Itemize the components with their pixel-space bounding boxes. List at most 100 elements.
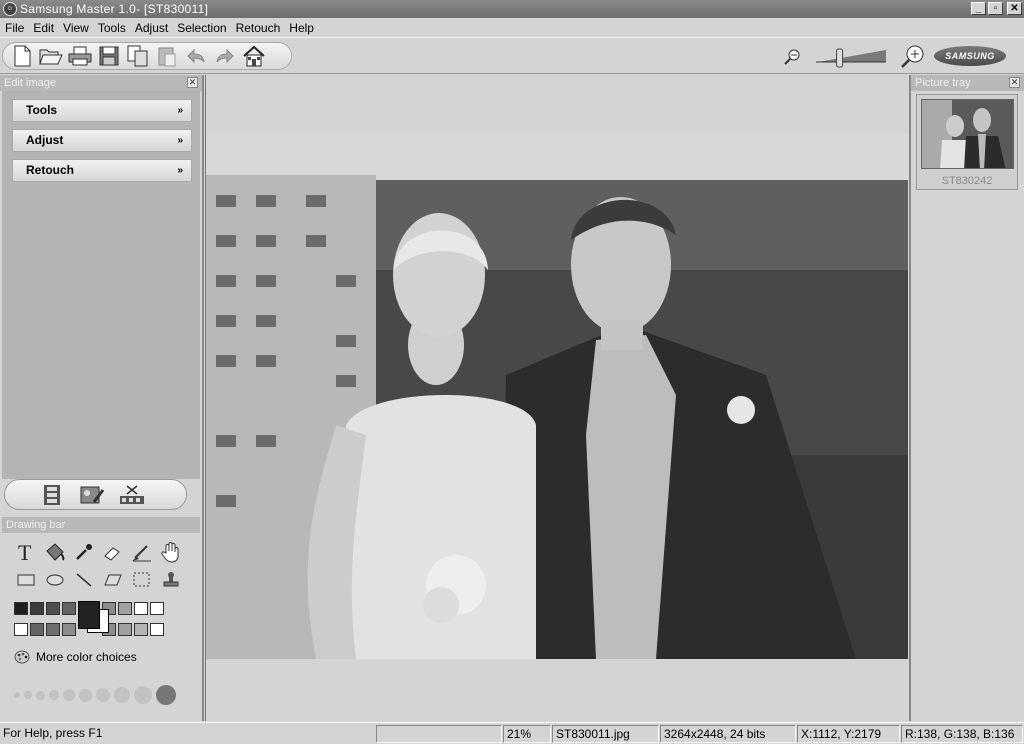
hand-tool[interactable] <box>159 541 182 563</box>
status-coordinates: X:1112, Y:2179 <box>797 725 900 743</box>
undo-button[interactable] <box>181 44 210 68</box>
brush-size-option[interactable] <box>14 692 20 698</box>
brush-size-option[interactable] <box>156 685 176 705</box>
eyedropper-tool[interactable] <box>72 541 95 563</box>
fill-bucket-icon <box>45 543 64 561</box>
print-button[interactable] <box>65 44 94 68</box>
drawing-tools-row-1: T <box>14 541 182 563</box>
brush-size-option[interactable] <box>79 688 92 702</box>
selection-tool[interactable] <box>130 569 153 591</box>
film-strip-button[interactable] <box>39 483 65 507</box>
svg-text:T: T <box>18 542 32 562</box>
zoom-in-button[interactable] <box>900 44 926 71</box>
parallelogram-tool[interactable] <box>101 569 124 591</box>
maximize-button[interactable]: ▫ <box>988 2 1003 15</box>
picture-tray-close-button[interactable]: ✕ <box>1009 77 1020 88</box>
new-file-button[interactable] <box>7 44 36 68</box>
color-swatch[interactable] <box>46 602 60 615</box>
brush-size-picker <box>14 685 176 705</box>
rectangle-tool[interactable] <box>14 569 37 591</box>
close-button[interactable]: ✕ <box>1007 2 1022 15</box>
color-swatch[interactable] <box>46 623 60 636</box>
brush-icon <box>131 545 151 562</box>
stamp-tool[interactable] <box>159 569 182 591</box>
ellipse-tool[interactable] <box>43 569 66 591</box>
retouch-section-label: Retouch <box>26 163 74 177</box>
title-bar: ☺ Samsung Master 1.0- [ST830011] _ ▫ ✕ <box>0 0 1024 18</box>
brush-size-option[interactable] <box>114 687 130 703</box>
color-swatch[interactable] <box>150 623 164 636</box>
color-swatch[interactable] <box>134 602 148 615</box>
brush-size-option[interactable] <box>96 688 110 702</box>
brush-size-option[interactable] <box>24 691 32 699</box>
menu-help[interactable]: Help <box>286 21 317 35</box>
foreground-color[interactable] <box>78 601 100 629</box>
samsung-logo: SAMSUNG <box>934 46 1006 66</box>
menu-file[interactable]: File <box>2 21 27 35</box>
stamp-icon <box>163 572 178 587</box>
photo-canvas[interactable] <box>206 135 908 659</box>
redo-button[interactable] <box>210 44 239 68</box>
eraser-tool[interactable] <box>101 541 124 563</box>
brush-size-option[interactable] <box>36 690 45 700</box>
tray-item[interactable]: ST830242 <box>916 94 1018 190</box>
color-swatch[interactable] <box>118 602 132 615</box>
menu-selection[interactable]: Selection <box>174 21 229 35</box>
save-button[interactable] <box>94 44 123 68</box>
brush-tool[interactable] <box>130 541 153 563</box>
tools-section-button[interactable]: Tools » <box>12 99 192 122</box>
edit-image-close-button[interactable]: ✕ <box>187 77 198 88</box>
brush-size-option[interactable] <box>49 690 59 700</box>
more-colors-button[interactable]: More color choices <box>14 650 137 664</box>
adjust-section-button[interactable]: Adjust » <box>12 129 192 152</box>
app-icon[interactable]: ☺ <box>3 2 17 16</box>
home-button[interactable] <box>239 44 268 68</box>
paste-button[interactable] <box>152 44 181 68</box>
color-swatch[interactable] <box>150 602 164 615</box>
chevron-down-icon: » <box>177 105 183 116</box>
line-tool[interactable] <box>72 569 95 591</box>
copy-button[interactable] <box>123 44 152 68</box>
status-rgb: R:138, G:138, B:136 <box>901 725 1023 743</box>
save-icon <box>99 46 118 66</box>
color-swatch[interactable] <box>62 602 76 615</box>
color-swatch[interactable] <box>14 623 28 636</box>
status-help: For Help, press F1 <box>3 726 103 740</box>
color-swatch[interactable] <box>30 602 44 615</box>
color-picker[interactable] <box>78 601 110 633</box>
status-bar: For Help, press F1 21% ST830011.jpg 3264… <box>0 722 1024 744</box>
zoom-slider-thumb[interactable] <box>836 48 844 68</box>
menu-edit[interactable]: Edit <box>30 21 57 35</box>
movie-edit-icon <box>120 484 144 504</box>
image-edit-icon <box>80 486 104 503</box>
menu-retouch[interactable]: Retouch <box>233 21 284 35</box>
image-canvas-area[interactable] <box>205 75 908 721</box>
menu-view[interactable]: View <box>60 21 92 35</box>
color-swatch[interactable] <box>14 602 28 615</box>
wedding-photo[interactable] <box>206 135 908 659</box>
color-swatch[interactable] <box>134 623 148 636</box>
brush-size-option[interactable] <box>134 686 152 704</box>
tray-thumbnail[interactable] <box>921 99 1014 169</box>
zoom-slider[interactable] <box>814 46 888 68</box>
drawing-bar-title: Drawing bar <box>6 519 66 531</box>
tray-item-label: ST830242 <box>941 175 993 187</box>
minimize-button[interactable]: _ <box>971 2 986 15</box>
menu-adjust[interactable]: Adjust <box>132 21 171 35</box>
text-tool[interactable]: T <box>14 541 37 563</box>
brush-size-option[interactable] <box>63 689 75 701</box>
color-swatch[interactable] <box>62 623 76 636</box>
fill-tool[interactable] <box>43 541 66 563</box>
open-button[interactable] <box>36 44 65 68</box>
edit-image-title: Edit image <box>4 77 56 89</box>
color-swatch[interactable] <box>30 623 44 636</box>
hand-icon <box>160 542 178 563</box>
retouch-section-button[interactable]: Retouch » <box>12 159 192 182</box>
picture-tray-title: Picture tray <box>915 77 971 89</box>
zoom-in-icon <box>901 45 924 68</box>
color-swatch[interactable] <box>118 623 132 636</box>
image-edit-button[interactable] <box>79 483 105 507</box>
movie-edit-button[interactable] <box>119 483 145 507</box>
menu-tools[interactable]: Tools <box>95 21 129 35</box>
zoom-out-button[interactable] <box>784 48 802 69</box>
